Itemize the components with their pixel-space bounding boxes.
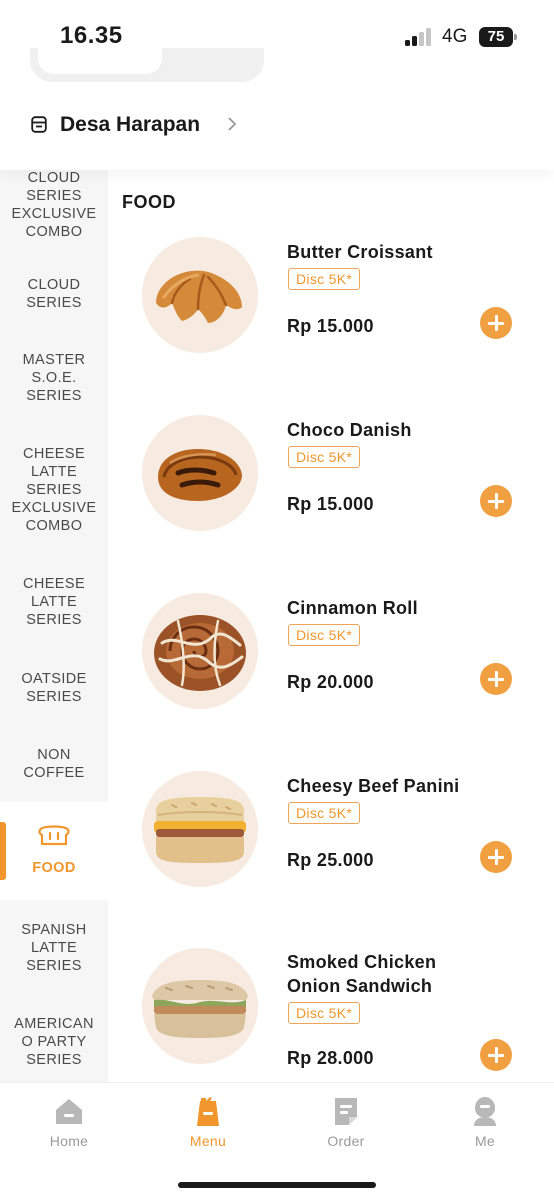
discount-badge: Disc 5K* (288, 802, 361, 824)
add-to-cart-button[interactable] (480, 663, 512, 695)
category-label: SPANISH LATTE SERIES (21, 922, 87, 974)
panini-image (142, 771, 258, 887)
category-non-coffee[interactable]: NON COFFEE (0, 734, 108, 794)
status-time: 16.35 (60, 22, 123, 49)
store-selector[interactable]: Desa Harapan (0, 82, 554, 170)
product-list[interactable]: FOOD Butter Croissant Disc 5K* Rp 15.000… (108, 170, 554, 1082)
profile-icon (474, 1097, 496, 1126)
product-price: Rp 15.000 (287, 494, 374, 514)
nav-label: Me (474, 1133, 496, 1149)
product-name: Butter Croissant (287, 242, 433, 262)
sandwich-image (142, 948, 258, 1064)
category-label: MASTER S.O.E. SERIES (22, 352, 86, 404)
croissant-image (142, 237, 258, 353)
category-cheese-latte-series[interactable]: CHEESE LATTE SERIES (0, 562, 108, 642)
add-to-cart-button[interactable] (480, 307, 512, 339)
category-label: CHEESE LATTE SERIES (22, 576, 86, 628)
order-type-option-selected[interactable] (38, 48, 162, 74)
add-to-cart-button[interactable] (480, 1039, 512, 1071)
discount-badge: Disc 5K* (288, 446, 361, 468)
store-icon (31, 116, 47, 133)
product-name: Cheesy Beef Panini (287, 776, 460, 796)
category-label: OATSIDE SERIES (21, 671, 87, 705)
nav-order[interactable]: Order (301, 1095, 391, 1149)
home-indicator (178, 1182, 376, 1188)
add-to-cart-button[interactable] (480, 841, 512, 873)
category-oatside-series[interactable]: OATSIDE SERIES (0, 658, 108, 718)
nav-menu[interactable]: Menu (163, 1095, 253, 1149)
category-master-soe-series[interactable]: MASTER S.O.E. SERIES (0, 338, 108, 418)
category-label: CHEESE LATTE SERIES EXCLUSIVE COMBO (11, 446, 97, 534)
cup-icon (197, 1097, 219, 1126)
product-price: Rp 25.000 (287, 850, 374, 870)
danish-image (142, 415, 258, 531)
nav-home[interactable]: Home (24, 1095, 114, 1149)
battery-icon: 75 (479, 27, 517, 47)
product-name: Smoked Chicken Onion Sandwich (287, 952, 437, 996)
product-item[interactable]: Butter Croissant Disc 5K* Rp 15.000 (108, 230, 554, 390)
product-name: Cinnamon Roll (287, 598, 418, 618)
order-icon (335, 1098, 357, 1125)
discount-badge: Disc 5K* (288, 1002, 361, 1024)
bread-icon (38, 825, 70, 846)
add-to-cart-button[interactable] (480, 485, 512, 517)
cinnamon-roll-image (142, 593, 258, 709)
product-price: Rp 20.000 (287, 672, 374, 692)
signal-icon (405, 28, 435, 46)
product-item[interactable]: Cheesy Beef Panini Disc 5K* Rp 25.000 (108, 764, 554, 924)
category-label: CLOUD SERIES (26, 277, 82, 311)
product-price: Rp 28.000 (287, 1048, 374, 1068)
chevron-right-icon (228, 117, 237, 131)
product-item[interactable]: Smoked Chicken Onion Sandwich Disc 5K* R… (108, 942, 554, 1082)
category-cloud-series[interactable]: CLOUD SERIES (0, 256, 108, 332)
product-item[interactable]: Choco Danish Disc 5K* Rp 15.000 (108, 408, 554, 568)
category-label: AMERICAN O PARTY SERIES (14, 1016, 94, 1068)
category-spanish-latte-series[interactable]: SPANISH LATTE SERIES (0, 910, 108, 986)
nav-label: Menu (189, 1133, 227, 1149)
store-name: Desa Harapan (60, 113, 201, 136)
active-indicator (0, 822, 6, 880)
category-americano-party-series[interactable]: AMERICAN O PARTY SERIES (0, 1004, 108, 1080)
category-food[interactable]: FOOD (0, 802, 108, 900)
discount-badge: Disc 5K* (288, 624, 361, 646)
category-label: NON COFFEE (23, 747, 85, 781)
product-name: Choco Danish (287, 420, 412, 440)
product-item[interactable]: Cinnamon Roll Disc 5K* Rp 20.000 (108, 586, 554, 746)
home-icon (56, 1099, 82, 1124)
nav-label: Order (327, 1133, 365, 1149)
category-label: FOOD (32, 860, 76, 876)
network-label: 4G (442, 26, 468, 47)
nav-label: Home (49, 1133, 89, 1149)
product-price: Rp 15.000 (287, 316, 374, 336)
category-cloud-series-exclusive-combo[interactable]: CLOUD SERIES EXCLUSIVE COMBO (0, 170, 108, 250)
category-sidebar[interactable]: CLOUD SERIES EXCLUSIVE COMBO CLOUD SERIE… (0, 170, 108, 1082)
discount-badge: Disc 5K* (288, 268, 361, 290)
order-type-toggle[interactable] (30, 48, 264, 82)
section-title: FOOD (122, 192, 176, 212)
nav-me[interactable]: Me (440, 1095, 530, 1149)
category-cheese-latte-series-exclusive-combo[interactable]: CHEESE LATTE SERIES EXCLUSIVE COMBO (0, 432, 108, 548)
category-label: CLOUD SERIES EXCLUSIVE COMBO (11, 170, 97, 240)
